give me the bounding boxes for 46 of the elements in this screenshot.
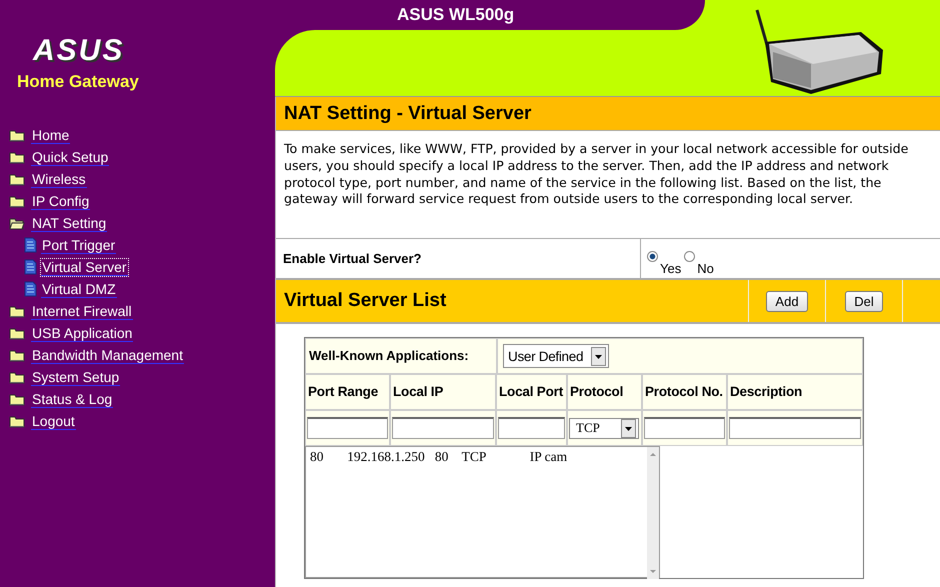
input-field[interactable] [729,417,861,439]
section-title: Virtual Server List [276,280,749,322]
list-entry[interactable]: 80 192.168.1.250 80 TCP IP cam [310,449,643,465]
column-header: Port Range [305,374,390,410]
sidebar-item[interactable]: Quick Setup [31,148,110,166]
logo: ASUS [33,34,124,68]
sidebar-item[interactable]: Wireless [31,170,87,188]
radio-label: Yes [660,261,682,276]
radio-button[interactable] [684,251,696,262]
input-field[interactable] [307,417,388,439]
radio-label: No [697,261,714,276]
brand-subtitle: Home Gateway [17,72,139,92]
column-header: Description [727,374,863,410]
sidebar-item[interactable]: NAT Setting [31,214,108,232]
sidebar-item[interactable]: Internet Firewall [31,302,133,320]
input-field[interactable] [392,417,494,439]
sidebar-item[interactable]: System Setup [31,368,120,386]
sidebar-item[interactable]: IP Config [31,192,90,210]
sidebar-item[interactable]: Logout [31,412,76,430]
field-label: Enable Virtual Server? [276,239,641,278]
action-button[interactable]: Add [766,290,808,312]
sidebar-subitem[interactable]: Virtual DMZ [41,280,117,298]
sidebar-subitem[interactable]: Virtual Server [41,258,128,276]
field-label: Well-Known Applications: [305,338,497,374]
input-field[interactable] [498,417,565,439]
document-icon [24,259,37,275]
sidebar-item[interactable]: USB Application [31,324,134,342]
radio-button[interactable] [647,251,658,262]
entry-list[interactable]: 80 192.168.1.250 80 TCP IP cam [305,446,660,578]
dropdown[interactable]: User Defined [503,344,609,368]
column-header: Protocol No. [642,374,727,410]
input-field[interactable] [644,417,725,439]
column-header: Protocol [567,374,642,410]
column-header: Local Port [496,374,567,410]
action-button[interactable]: Del [845,290,883,312]
document-icon [24,281,37,297]
dropdown[interactable]: TCP [569,418,639,438]
sidebar-subitem[interactable]: Port Trigger [41,236,116,254]
sidebar-item[interactable]: Status & Log [31,390,114,408]
page-title: NAT Setting - Virtual Server [276,97,940,131]
document-icon [24,237,37,253]
description-text: To make services, like WWW, FTP, provided by a server in your local network accessible for outside users, you should specify a local IP address to the server. Then, add the IP address and network protocol type, port number, and name of the service in the following list. Based on the list, the gateway will forward service request from outside users to the corresponding local server. [276,131,940,239]
sidebar-item[interactable]: Home [31,126,70,144]
column-header: Local IP [390,374,496,410]
header-title: ASUS WL500g [275,0,705,30]
sidebar-item[interactable]: Bandwidth Management [31,346,184,364]
